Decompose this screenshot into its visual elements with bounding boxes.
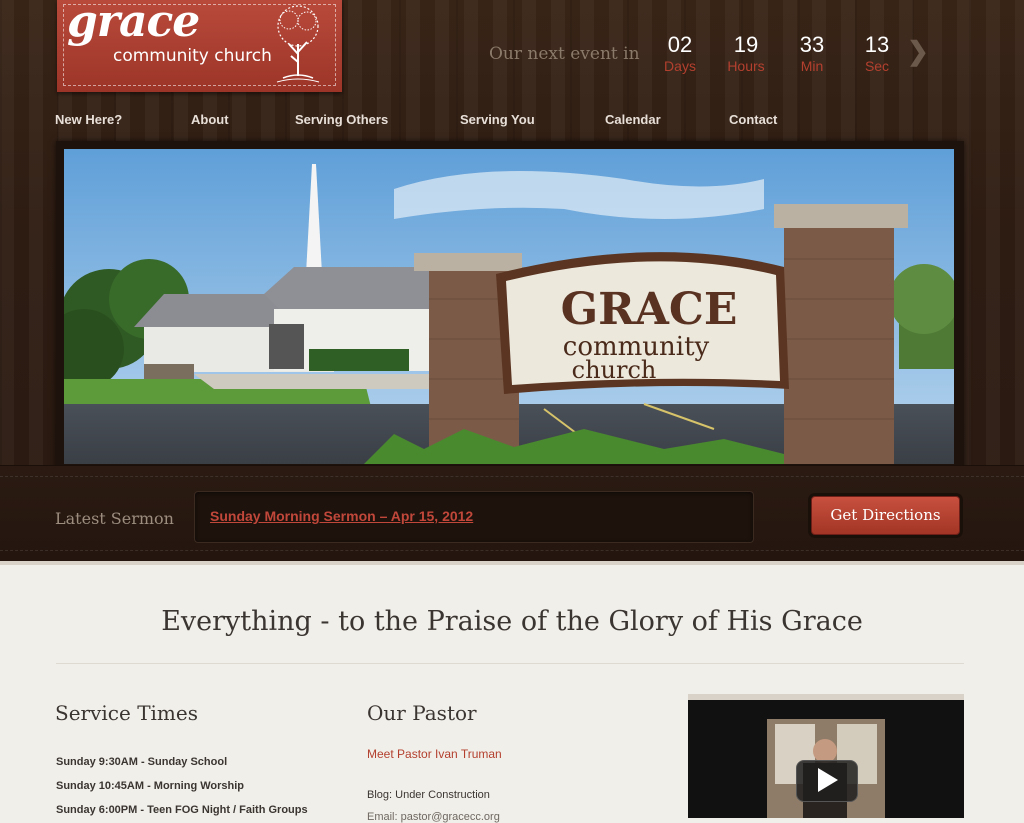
logo-subtitle: community church [113, 46, 272, 66]
countdown-unit: Days [664, 58, 696, 74]
service-time-item: Sunday 10:45AM - Morning Worship [56, 780, 245, 792]
hero-image: GRACE community church [64, 149, 954, 464]
nav-item-serving-you[interactable]: Serving You [460, 112, 535, 127]
logo-title: grace [67, 0, 200, 47]
stitch-divider [0, 550, 1024, 551]
get-directions-button[interactable]: Get Directions [811, 496, 960, 535]
church-photo: GRACE community church [64, 149, 954, 464]
countdown-hours: 19 Hours [718, 32, 774, 74]
countdown-value: 19 [733, 32, 759, 57]
nav-item-contact[interactable]: Contact [729, 112, 777, 127]
countdown-value: 33 [799, 32, 825, 57]
pastor-email-partial[interactable]: Email: pastor@gracecc.org [367, 811, 500, 823]
countdown-unit: Min [800, 58, 824, 74]
our-pastor-heading: Our Pastor [367, 701, 477, 725]
tree-icon [276, 5, 320, 83]
countdown-days: 02 Days [652, 32, 708, 74]
play-icon[interactable] [818, 768, 838, 792]
service-times-heading: Service Times [55, 701, 198, 725]
sign-line-3: church [572, 356, 657, 384]
header-bottom-edge [0, 561, 1024, 565]
divider [56, 663, 964, 664]
countdown-minutes: 33 Min [784, 32, 840, 74]
meet-pastor-link[interactable]: Meet Pastor Ivan Truman [367, 747, 502, 761]
nav-item-new-here[interactable]: New Here? [55, 112, 122, 127]
service-time-item: Sunday 6:00PM - Teen FOG Night / Faith G… [56, 804, 308, 816]
countdown-value: 13 [864, 32, 890, 57]
countdown-seconds: 13 Sec [849, 32, 905, 74]
nav-item-calendar[interactable]: Calendar [605, 112, 661, 127]
latest-sermon-link[interactable]: Sunday Morning Sermon – Apr 15, 2012 [210, 508, 473, 524]
nav-item-about[interactable]: About [191, 112, 229, 127]
blog-status: Blog: Under Construction [367, 789, 490, 801]
countdown-value: 02 [667, 32, 693, 57]
nav-item-serving-others[interactable]: Serving Others [295, 112, 388, 127]
countdown-unit: Sec [864, 58, 890, 74]
sign-line-1: GRACE [561, 284, 738, 335]
page-tagline: Everything - to the Praise of the Glory … [161, 606, 863, 637]
service-time-item: Sunday 9:30AM - Sunday School [56, 756, 228, 768]
site-logo[interactable]: grace community church [57, 0, 342, 92]
stitch-divider [0, 476, 1024, 477]
countdown-unit: Hours [727, 58, 765, 74]
latest-sermon-label: Latest Sermon [55, 509, 174, 528]
chevron-right-icon[interactable]: ❯ [907, 36, 929, 67]
next-event-label: Our next event in [489, 44, 640, 64]
